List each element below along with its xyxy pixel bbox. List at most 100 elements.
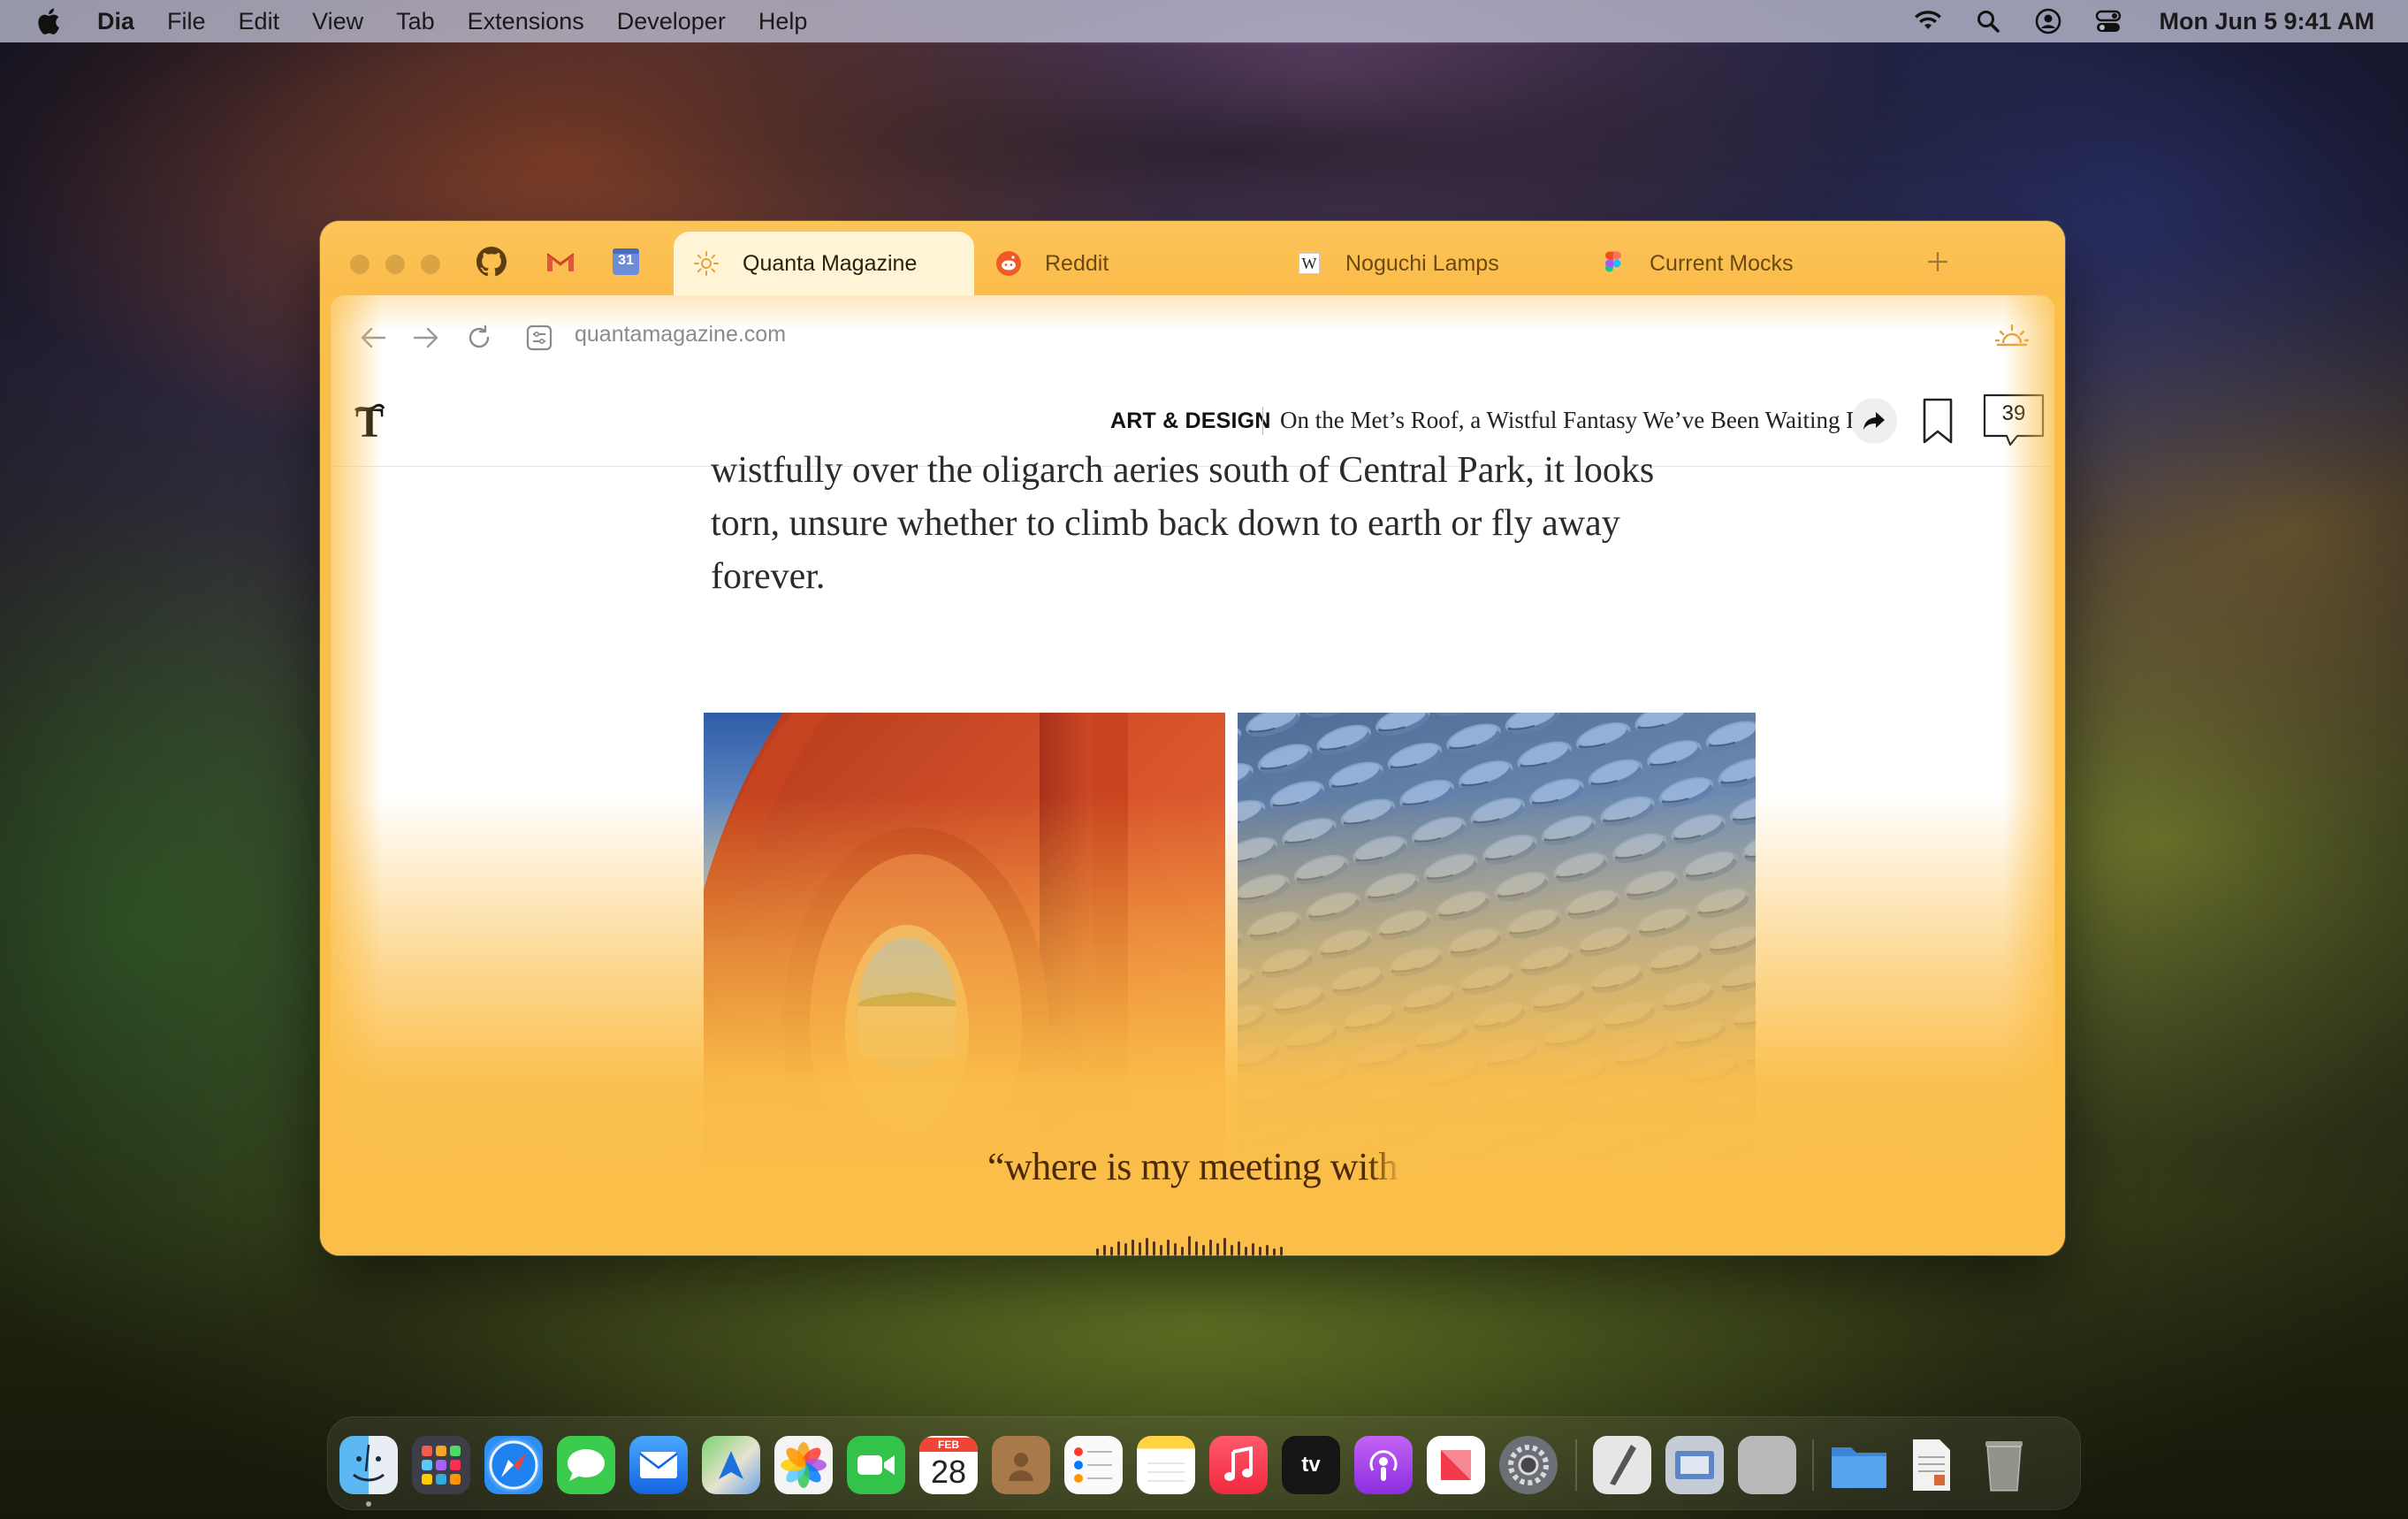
calendar-day: 28	[930, 1454, 967, 1490]
forward-button[interactable]	[408, 320, 444, 355]
wikipedia-glyph: W	[1299, 253, 1320, 274]
dock-photos-icon[interactable]	[774, 1436, 833, 1494]
dock-contacts-icon[interactable]	[992, 1436, 1050, 1494]
wifi-icon[interactable]	[1913, 6, 1943, 36]
dock-notes-icon[interactable]	[1137, 1436, 1195, 1494]
tab-title: Reddit	[1045, 250, 1109, 276]
minimize-window-button[interactable]	[385, 255, 405, 274]
apple-tv-label: tv	[1301, 1453, 1321, 1477]
body-line: wistfully over the oligarch aeries south…	[711, 450, 1655, 491]
address-toolbar: quantamagazine.com	[331, 295, 2054, 380]
tab-title: Quanta Magazine	[743, 250, 918, 276]
dock-running-indicator	[366, 1501, 371, 1507]
arrow-right-icon	[413, 327, 438, 348]
menu-app-name[interactable]: Dia	[97, 8, 134, 35]
voice-transcript: “where is my meeting with	[320, 1144, 2065, 1189]
pinned-tab-calendar[interactable]: 31	[608, 244, 644, 279]
tab-title: Current Mocks	[1650, 250, 1794, 276]
gmail-icon	[546, 253, 575, 271]
dock-folder-icon[interactable]	[1830, 1436, 1888, 1494]
plus-icon	[1928, 252, 1947, 271]
menu-view[interactable]: View	[312, 8, 363, 35]
reload-button[interactable]	[461, 320, 497, 355]
share-arrow-icon	[1863, 412, 1885, 430]
menu-edit[interactable]: Edit	[239, 8, 280, 35]
dock-document-icon[interactable]	[1902, 1436, 1961, 1494]
menu-tab[interactable]: Tab	[396, 8, 435, 35]
dock-blank-app-icon[interactable]	[1738, 1436, 1796, 1494]
dock-finder-icon[interactable]	[339, 1436, 398, 1494]
menu-bar-status-area: Mon Jun 5 9:41 AM	[1883, 6, 2374, 36]
dock-trash-icon[interactable]	[1975, 1436, 2033, 1494]
bookmark-icon[interactable]	[1922, 398, 1954, 446]
pinned-tab-github[interactable]	[474, 244, 509, 279]
reddit-icon	[995, 250, 1022, 277]
tab-quanta-magazine[interactable]: Quanta Magazine	[674, 232, 974, 295]
new-tab-button[interactable]	[1920, 244, 1955, 279]
apple-menu-icon[interactable]	[34, 6, 62, 36]
dock-maps-icon[interactable]	[702, 1436, 760, 1494]
comment-count: 39	[2001, 401, 2026, 425]
dock-messages-icon[interactable]	[557, 1436, 615, 1494]
assistant-sunrise-icon[interactable]	[1993, 318, 2031, 357]
url-field[interactable]: quantamagazine.com	[575, 322, 786, 347]
dock-reminders-icon[interactable]	[1064, 1436, 1123, 1494]
page-settings-icon[interactable]	[525, 324, 553, 352]
pinned-tab-gmail[interactable]	[543, 244, 578, 279]
dock-launchpad-icon[interactable]	[412, 1436, 470, 1494]
close-window-button[interactable]	[350, 255, 370, 274]
article-headline: On the Met’s Roof, a Wistful Fantasy We’…	[1280, 407, 1879, 433]
browser-window: 31 Quanta Magazine Reddit W Noguchi Lamp…	[320, 221, 2065, 1256]
section-label[interactable]: ART & DESIGN	[1110, 408, 1271, 434]
dock-safari-icon[interactable]	[484, 1436, 543, 1494]
tab-title: Noguchi Lamps	[1345, 250, 1499, 276]
menu-bar: Dia File Edit View Tab Extensions Develo…	[0, 0, 2408, 42]
user-account-icon[interactable]	[2033, 6, 2063, 36]
tab-reddit[interactable]: Reddit	[995, 232, 1278, 295]
body-line: torn, unsure whether to climb back down …	[711, 503, 1620, 544]
menu-help[interactable]: Help	[758, 8, 808, 35]
dock: FEB 28 tv	[327, 1416, 2081, 1510]
arrow-left-icon	[361, 327, 386, 348]
tab-strip: 31 Quanta Magazine Reddit W Noguchi Lamp…	[320, 221, 2065, 295]
github-icon	[476, 247, 507, 277]
dock-music-icon[interactable]	[1209, 1436, 1268, 1494]
dock-facetime-icon[interactable]	[847, 1436, 905, 1494]
article-body: wistfully over the oligarch aeries south…	[711, 444, 1718, 603]
body-line: forever.	[711, 556, 826, 597]
zoom-window-button[interactable]	[421, 255, 440, 274]
sun-favicon-icon	[693, 250, 720, 277]
menu-developer[interactable]: Developer	[617, 8, 726, 35]
tab-current-mocks[interactable]: Current Mocks	[1600, 232, 1883, 295]
tab-noguchi-lamps[interactable]: W Noguchi Lamps	[1296, 232, 1579, 295]
comments-button[interactable]: 39	[1982, 393, 2046, 449]
dock-script-editor-icon[interactable]	[1593, 1436, 1651, 1494]
reload-icon	[469, 324, 490, 348]
dock-system-settings-icon[interactable]	[1499, 1436, 1558, 1494]
spotlight-search-icon[interactable]	[1973, 6, 2003, 36]
wikipedia-icon: W	[1296, 250, 1322, 277]
svg-text:T: T	[355, 400, 384, 446]
dock-preview-icon[interactable]	[1665, 1436, 1724, 1494]
calendar-day-badge: 31	[618, 253, 634, 268]
header-divider	[1262, 407, 1263, 435]
dock-separator	[1575, 1439, 1577, 1491]
voice-waveform-icon	[1096, 1236, 1283, 1256]
menu-bar-clock[interactable]: Mon Jun 5 9:41 AM	[2159, 8, 2374, 35]
menu-file[interactable]: File	[167, 8, 206, 35]
dock-apple-tv-icon[interactable]: tv	[1282, 1436, 1340, 1494]
back-button[interactable]	[355, 320, 391, 355]
nyt-logo-icon[interactable]: T	[348, 400, 391, 446]
dock-calendar-icon[interactable]: FEB 28	[919, 1436, 978, 1494]
control-center-icon[interactable]	[2093, 6, 2123, 36]
dock-mail-icon[interactable]	[629, 1436, 688, 1494]
dock-podcasts-icon[interactable]	[1354, 1436, 1413, 1494]
figma-icon	[1600, 250, 1627, 277]
dock-separator	[1812, 1439, 1814, 1491]
dock-news-icon[interactable]	[1427, 1436, 1485, 1494]
menu-extensions[interactable]: Extensions	[468, 8, 584, 35]
page-content: quantamagazine.com T ART & DESIGN On the…	[331, 295, 2054, 1256]
share-button[interactable]	[1851, 398, 1897, 444]
calendar-month: FEB	[919, 1438, 978, 1452]
window-controls	[350, 255, 456, 274]
